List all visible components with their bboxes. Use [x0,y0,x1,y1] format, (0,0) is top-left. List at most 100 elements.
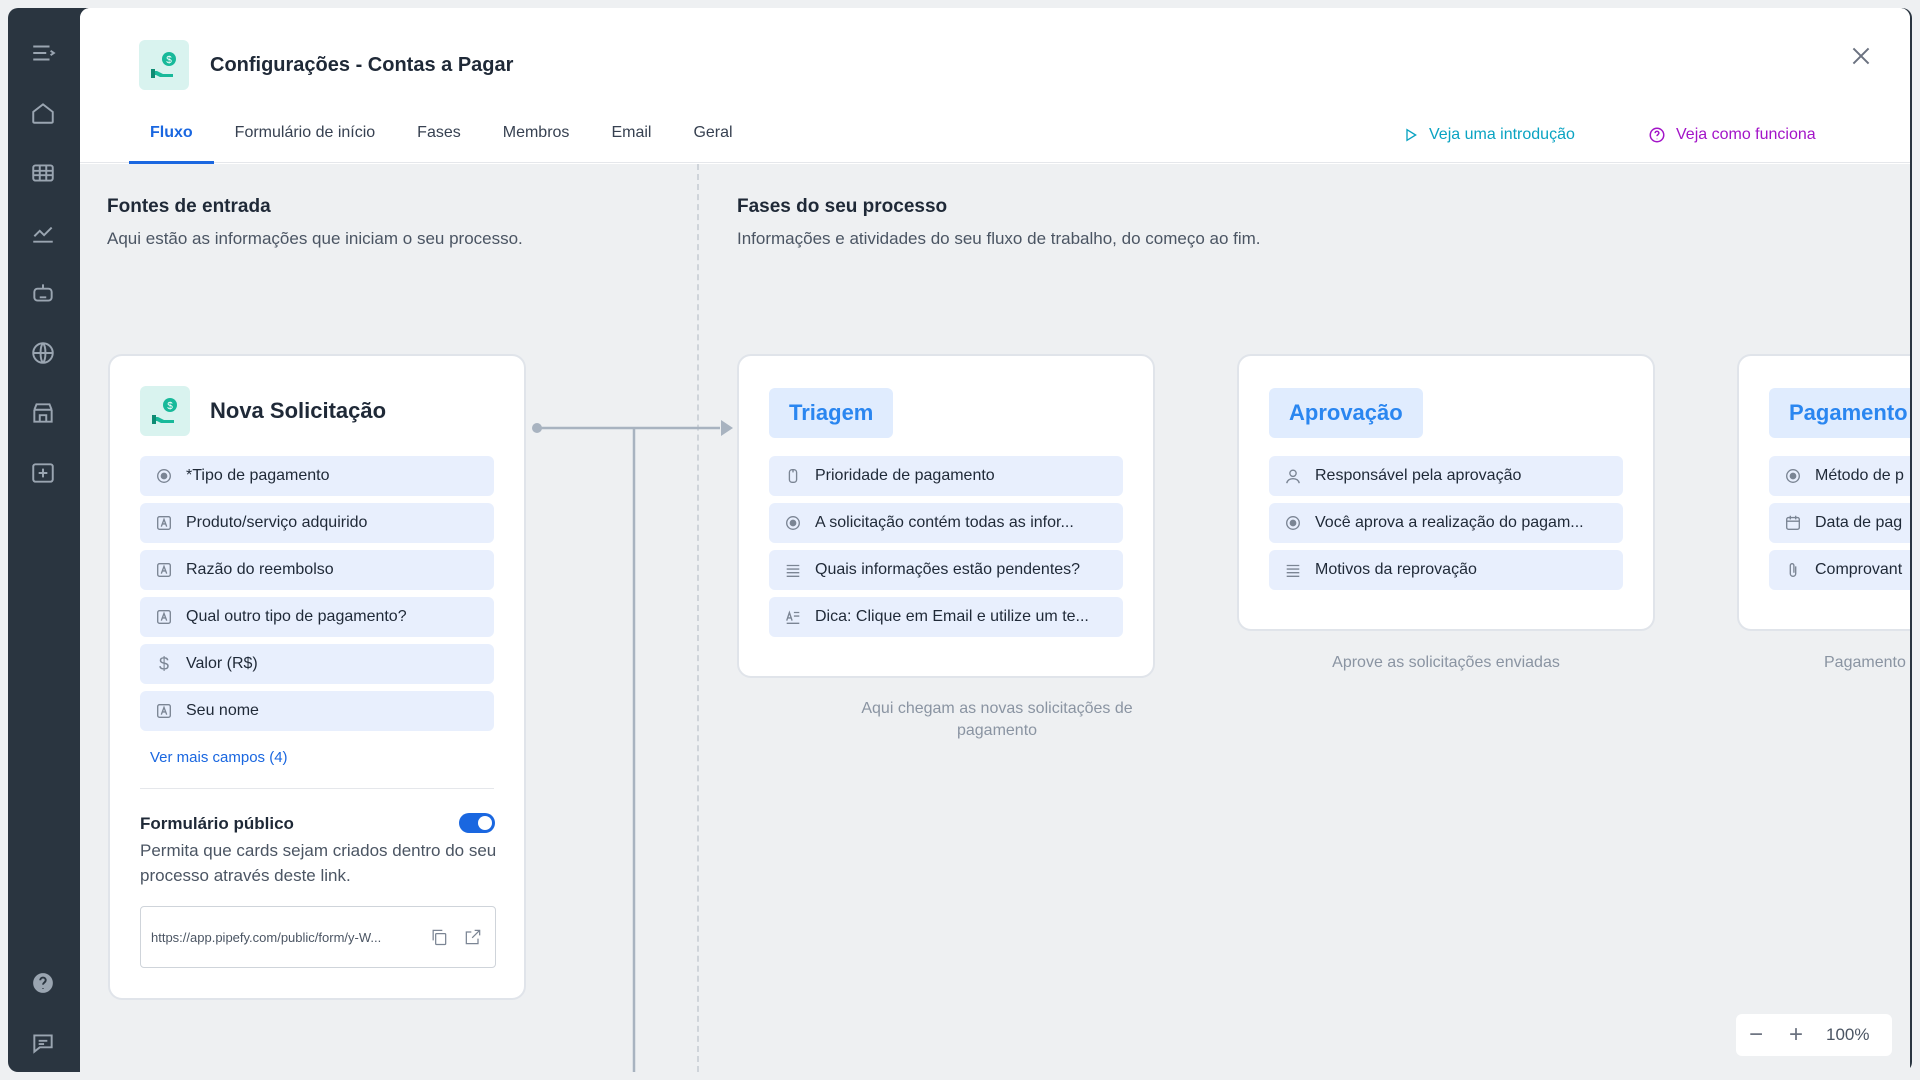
left-sidebar [8,8,71,1072]
phase-field[interactable]: Método de p [1769,456,1910,496]
public-form-toggle[interactable] [459,813,495,833]
field-label: Qual outro tipo de pagamento? [186,608,407,625]
attachment-icon [1783,560,1803,580]
phase-field[interactable]: Motivos da reprovação [1269,550,1623,590]
start-form-card[interactable]: $ Nova Solicitação *Tipo de pagamento Pr… [108,354,526,1000]
field-label: Comprovant [1815,561,1903,578]
phase-caption: Aprove as solicitações enviadas [1332,654,1560,671]
settings-modal: $ Configurações - Contas a Pagar Fluxo F… [80,8,1910,1072]
table-icon[interactable] [28,158,58,188]
see-more-fields-link[interactable]: Ver mais campos (4) [150,749,288,766]
text-field-icon [154,513,174,533]
modal-header: $ Configurações - Contas a Pagar Fluxo F… [80,8,1910,164]
field-razao-reembolso[interactable]: Razão do reembolso [140,550,494,590]
intro-link[interactable]: Veja uma introdução [1403,126,1575,144]
field-produto-servico[interactable]: Produto/serviço adquirido [140,503,494,543]
svg-text:$: $ [167,401,173,412]
tab-geral[interactable]: Geral [672,118,753,164]
public-form-url-box[interactable]: https://app.pipefy.com/public/form/y-W..… [140,906,496,968]
chart-icon[interactable] [28,218,58,248]
phase-card-pagamento[interactable]: Pagamento Método de p Data de pag Compro… [1737,354,1910,631]
phase-field[interactable]: Comprovant [1769,550,1910,590]
field-seu-nome[interactable]: Seu nome [140,691,494,731]
menu-icon[interactable] [28,38,58,68]
field-label: Responsável pela aprovação [1315,467,1522,484]
public-form-url: https://app.pipefy.com/public/form/y-W..… [151,929,382,945]
start-form-icon: $ [140,386,190,436]
add-box-icon[interactable] [28,458,58,488]
intro-link-label: Veja uma introdução [1429,126,1575,143]
field-label: Você aprova a realização do pagam... [1315,514,1584,531]
long-text-icon [1283,560,1303,580]
text-field-icon [154,701,174,721]
phase-field[interactable]: Dica: Clique em Email e utilize um te... [769,597,1123,637]
phase-card-triagem[interactable]: Triagem Prioridade de pagamento A solici… [737,354,1155,678]
radio-icon [154,466,174,486]
field-valor[interactable]: $ Valor (R$) [140,644,494,684]
phase-name: Triagem [769,388,894,438]
modal-title: Configurações - Contas a Pagar [210,54,514,76]
phase-field[interactable]: Data de pag [1769,503,1910,543]
field-tipo-pagamento[interactable]: *Tipo de pagamento [140,456,494,496]
external-link-icon[interactable] [463,927,483,947]
phase-field[interactable]: Você aprova a realização do pagam... [1269,503,1623,543]
help-icon[interactable] [28,968,58,998]
field-outro-tipo[interactable]: Qual outro tipo de pagamento? [140,597,494,637]
tab-fases[interactable]: Fases [396,118,482,164]
field-label: Seu nome [186,702,259,719]
phase-field[interactable]: Responsável pela aprovação [1269,456,1623,496]
zoom-out-button[interactable]: − [1736,1021,1776,1049]
how-link-label: Veja como funciona [1676,126,1816,143]
text-field-icon [154,607,174,627]
zoom-controls: − + 100% [1736,1014,1892,1056]
home-icon[interactable] [28,98,58,128]
phase-name: Aprovação [1269,388,1423,438]
svg-text:$: $ [166,55,172,66]
radio-icon [1283,513,1303,533]
start-form-title: Nova Solicitação [210,398,387,423]
tab-fluxo[interactable]: Fluxo [129,118,214,164]
long-text-icon [783,560,803,580]
field-label: Valor (R$) [186,655,258,672]
public-form-description: Permita que cards sejam criados dentro d… [140,841,497,885]
field-label: Motivos da reprovação [1315,561,1477,578]
statement-icon [783,607,803,627]
field-label: Dica: Clique em Email e utilize um te... [815,608,1089,625]
phase-name: Pagamento [1769,388,1910,438]
tab-membros[interactable]: Membros [482,118,591,164]
chat-icon[interactable] [28,1028,58,1058]
field-label: *Tipo de pagamento [186,467,330,484]
pipe-logo-icon: $ [139,40,189,90]
currency-icon: $ [158,653,169,674]
field-label: Método de p [1815,467,1904,484]
field-label: Prioridade de pagamento [815,467,995,484]
phase-field[interactable]: Quais informações estão pendentes? [769,550,1123,590]
copy-icon[interactable] [429,927,449,947]
field-label: Data de pag [1815,514,1903,531]
how-it-works-link[interactable]: Veja como funciona [1648,126,1816,144]
flow-canvas[interactable]: Fontes de entrada Aqui estão as informaç… [80,164,1910,1072]
close-icon[interactable] [1848,43,1874,69]
robot-icon[interactable] [28,278,58,308]
question-circle-icon [1649,127,1665,143]
radio-icon [1783,466,1803,486]
play-icon [1406,128,1417,142]
phase-caption: Aqui chegam as novas solicitações de pag… [861,700,1133,739]
phase-field[interactable]: A solicitação contém todas as infor... [769,503,1123,543]
phase-field[interactable]: Prioridade de pagamento [769,456,1123,496]
tab-email[interactable]: Email [590,118,672,164]
tab-formulario-inicio[interactable]: Formulário de início [214,118,397,164]
phase-card-aprovacao[interactable]: Aprovação Responsável pela aprovação Voc… [1237,354,1655,631]
globe-icon[interactable] [28,338,58,368]
user-icon [1283,466,1303,486]
public-form-title: Formulário público [140,814,294,833]
text-field-icon [154,560,174,580]
field-label: A solicitação contém todas as infor... [815,514,1074,531]
radio-icon [783,513,803,533]
zoom-level: 100% [1826,1025,1870,1044]
field-label: Quais informações estão pendentes? [815,561,1081,578]
card-divider [140,788,494,789]
zoom-in-button[interactable]: + [1776,1021,1816,1049]
field-label: Produto/serviço adquirido [186,514,368,531]
store-icon[interactable] [28,398,58,428]
